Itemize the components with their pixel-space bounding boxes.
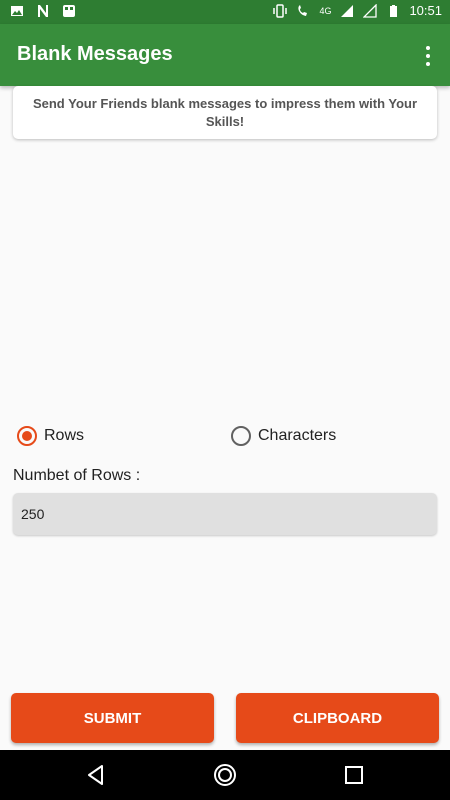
info-card-text: Send Your Friends blank messages to impr… bbox=[32, 95, 418, 129]
overflow-menu-icon[interactable] bbox=[420, 44, 436, 68]
radio-rows-checked-icon[interactable] bbox=[17, 426, 37, 446]
nav-bar bbox=[0, 750, 450, 800]
back-icon[interactable] bbox=[83, 762, 109, 788]
radio-characters-unchecked-icon[interactable] bbox=[231, 426, 251, 446]
signal-icon bbox=[363, 3, 378, 18]
radio-rows-label: Rows bbox=[44, 427, 85, 444]
home-icon[interactable] bbox=[212, 762, 238, 788]
recents-icon[interactable] bbox=[341, 762, 367, 788]
image-icon bbox=[11, 6, 23, 16]
status-time: 10:51 bbox=[409, 3, 442, 18]
grid-app-icon bbox=[63, 5, 75, 17]
radio-characters-label: Characters bbox=[258, 427, 337, 444]
battery-icon bbox=[390, 4, 398, 17]
rows-field-label: Numbet of Rows : bbox=[13, 467, 141, 484]
submit-button[interactable]: SUBMIT bbox=[11, 693, 214, 743]
status-bar: 4G 10:51 bbox=[0, 0, 450, 24]
app-bar: Blank Messages bbox=[0, 24, 450, 86]
vibrate-icon bbox=[273, 3, 288, 18]
info-card: Send Your Friends blank messages to impr… bbox=[13, 86, 437, 139]
app-title: Blank Messages bbox=[17, 43, 173, 65]
network-label: 4G bbox=[319, 5, 332, 16]
wifi-calling-icon bbox=[298, 4, 308, 16]
radio-option-characters[interactable]: Characters bbox=[231, 426, 336, 446]
clipboard-button[interactable]: CLIPBOARD bbox=[236, 693, 439, 743]
signal-icon bbox=[341, 4, 354, 17]
radio-option-rows[interactable]: Rows bbox=[17, 426, 84, 446]
rows-input[interactable]: 250 bbox=[13, 493, 437, 535]
n-app-icon bbox=[38, 5, 48, 17]
